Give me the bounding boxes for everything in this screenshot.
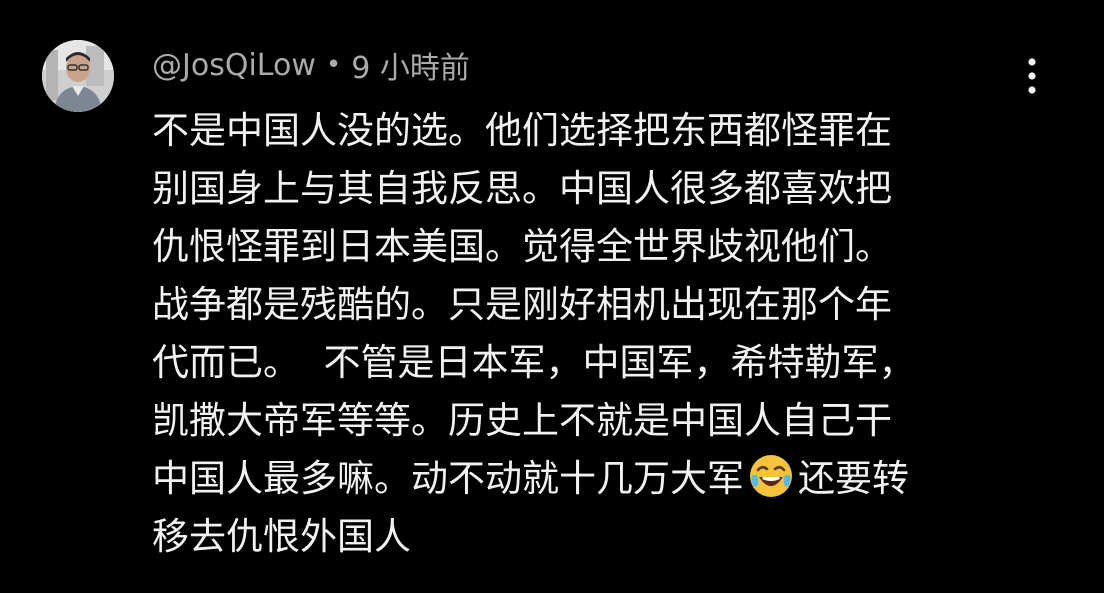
comment-line: 凯撒大帝军等等。历史上不就是中国人自己干 (152, 399, 892, 442)
author-name[interactable]: @JosQiLow (152, 48, 316, 83)
comment-line-part: 还要转 (798, 457, 909, 500)
face-with-tears-of-joy-icon (748, 453, 794, 499)
comment-line: 仇恨怪罪到日本美国。觉得全世界歧视他们。 (152, 225, 892, 268)
comment-line: 不是中国人没的选。他们选择把东西都怪罪在 (152, 109, 892, 152)
meta-separator: • (325, 50, 342, 80)
timestamp[interactable]: 9 小時前 (351, 43, 470, 87)
comment-item: @JosQiLow • 9 小時前 不是中国人没的选。他们选择把东西都怪罪在 别… (0, 0, 1104, 593)
comment-line-part: 中国人最多嘛。动不动就十几万大军 (152, 457, 744, 500)
comment-line: 代而已。 不管是日本军，中国军，希特勒军， (152, 341, 916, 384)
avatar[interactable] (42, 40, 114, 112)
comment-line-with-emoji: 中国人最多嘛。动不动就十几万大军 还要转 (152, 450, 1012, 508)
comment-text: 不是中国人没的选。他们选择把东西都怪罪在 别国身上与其自我反思。中国人很多都喜欢… (152, 102, 1012, 566)
comment-line: 移去仇恨外国人 (152, 515, 411, 558)
more-vert-icon[interactable] (1016, 56, 1048, 96)
user-avatar-icon (42, 40, 114, 112)
comment-line: 别国身上与其自我反思。中国人很多都喜欢把 (152, 167, 892, 210)
comment-header: @JosQiLow • 9 小時前 (152, 43, 470, 87)
comment-line: 战争都是残酷的。只是刚好相机出现在那个年 (152, 283, 892, 326)
